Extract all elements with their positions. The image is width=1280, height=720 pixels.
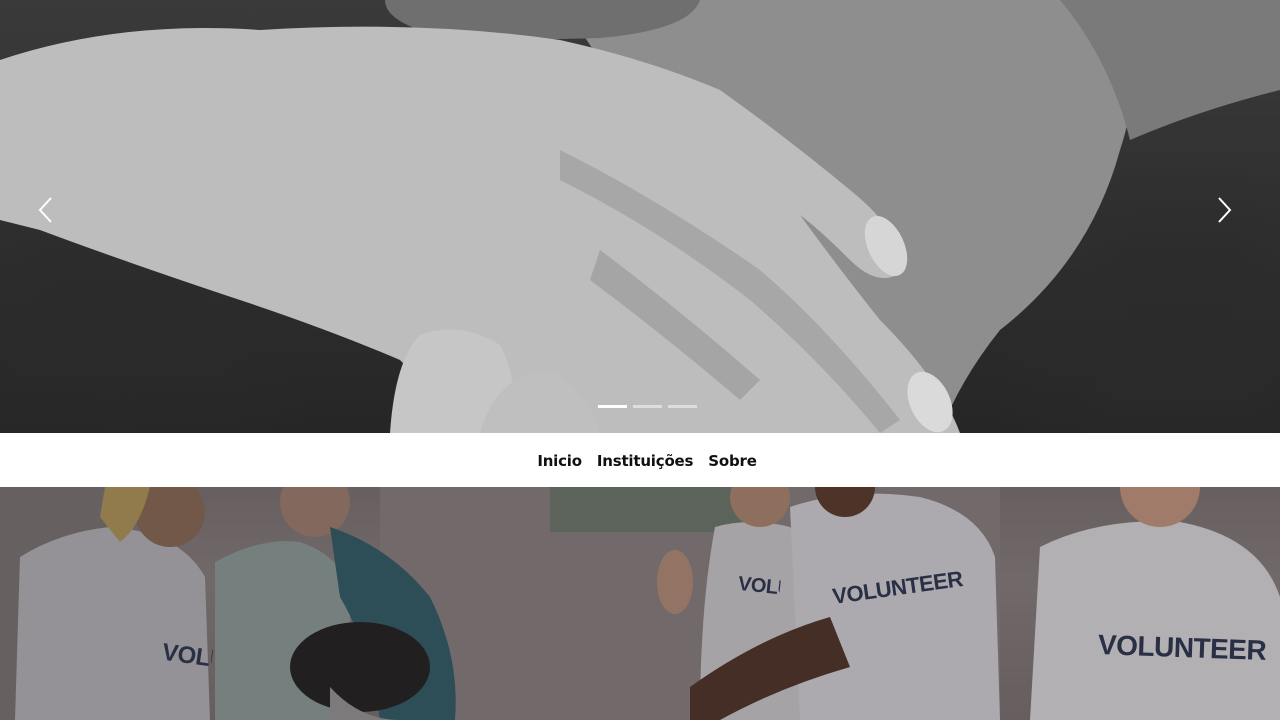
nav-link-inicio[interactable]: Inicio xyxy=(537,452,582,470)
carousel-next-button[interactable] xyxy=(1216,196,1256,236)
hero-carousel xyxy=(0,0,1280,433)
nav-item-inicio: Inicio xyxy=(537,451,582,470)
nav-link-sobre[interactable]: Sobre xyxy=(708,452,757,470)
chevron-right-icon xyxy=(1218,197,1232,223)
hands-photo xyxy=(0,0,1280,433)
nav-menu: Inicio Instituições Sobre xyxy=(537,451,757,470)
shirt-text-2: VOLUNTEER xyxy=(737,572,782,601)
carousel-indicator-2[interactable] xyxy=(633,405,662,408)
nav-item-sobre: Sobre xyxy=(708,451,757,470)
carousel-indicator-3[interactable] xyxy=(668,405,697,408)
carousel-indicator-1[interactable] xyxy=(598,405,627,408)
shirt-text-4: VOLUNTEER xyxy=(1097,629,1267,666)
volunteers-photo xyxy=(0,487,1280,720)
chevron-left-icon xyxy=(38,197,52,223)
nav-link-instituicoes[interactable]: Instituições xyxy=(597,452,694,470)
nav-item-instituicoes: Instituições xyxy=(597,451,694,470)
carousel-indicators xyxy=(598,405,697,408)
main-navbar: Inicio Instituições Sobre xyxy=(0,433,1280,487)
carousel-prev-button[interactable] xyxy=(38,196,78,236)
volunteers-banner: VOLUNTEER VOLUNTEER VOLUNTEER VOLUNTEER xyxy=(0,487,1280,720)
